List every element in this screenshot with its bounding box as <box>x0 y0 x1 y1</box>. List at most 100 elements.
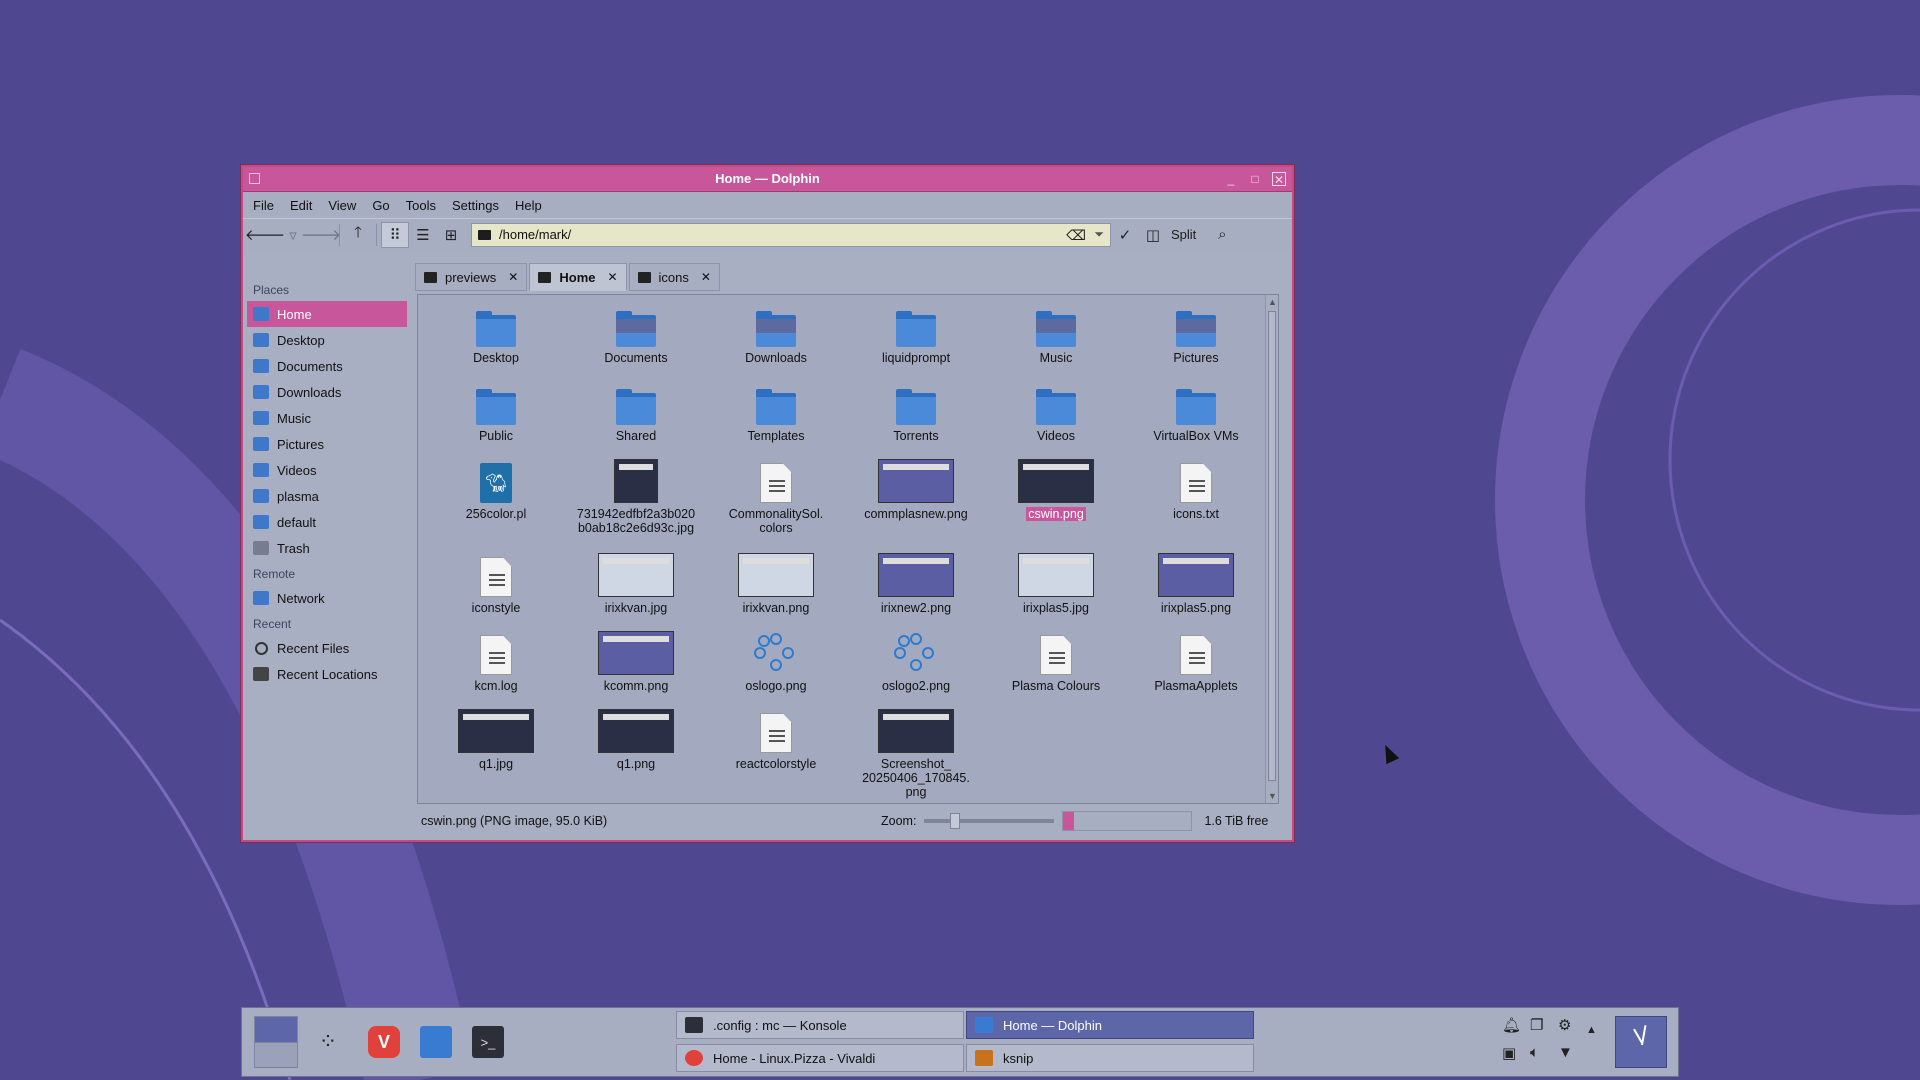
file-item[interactable]: 🐪︎ 256color.pl <box>426 459 566 521</box>
file-item[interactable]: Torrents <box>846 381 986 443</box>
file-item[interactable]: irixplas5.png <box>1126 553 1266 615</box>
icons-view-icon[interactable]: ⠿ <box>381 221 409 248</box>
file-item[interactable]: iconstyle <box>426 553 566 615</box>
ksnip-tray-icon[interactable]: ▣ <box>1502 1044 1516 1062</box>
file-item[interactable]: CommonalitySol. colors <box>706 459 846 535</box>
task-dolphin[interactable]: Home — Dolphin <box>966 1011 1254 1039</box>
split-view-icon[interactable]: ◫ <box>1139 222 1167 248</box>
file-item[interactable]: Pictures <box>1126 303 1266 365</box>
forward-icon[interactable]: 🡒 <box>301 222 341 248</box>
split-button[interactable]: Split <box>1171 227 1196 242</box>
close-tab-icon[interactable]: ✕ <box>508 270 518 284</box>
up-icon[interactable]: 🡑 <box>344 222 372 248</box>
menu-view[interactable]: View <box>328 198 356 213</box>
app-launcher-icon[interactable]: ⁘ <box>312 1026 344 1058</box>
tab-previews[interactable]: previews ✕ <box>415 263 528 291</box>
file-item[interactable]: Shared <box>566 381 706 443</box>
location-bar[interactable]: /home/mark/ ⌫ ⏷ <box>471 222 1111 247</box>
file-item[interactable]: oslogo2.png <box>846 631 986 693</box>
sidebar-item-plasma[interactable]: plasma <box>247 483 407 509</box>
file-item[interactable]: irixkvan.jpg <box>566 553 706 615</box>
file-item[interactable]: q1.jpg <box>426 709 566 771</box>
sidebar-item-home[interactable]: Home <box>247 301 407 327</box>
maximize-icon[interactable]: □ <box>1248 172 1262 186</box>
file-item[interactable]: icons.txt <box>1126 459 1266 521</box>
file-item[interactable]: Documents <box>566 303 706 365</box>
virtual-desktop-pager[interactable] <box>254 1016 298 1068</box>
sidebar-item-desktop[interactable]: Desktop <box>247 327 407 353</box>
file-item[interactable]: Videos <box>986 381 1126 443</box>
file-item[interactable]: Desktop <box>426 303 566 365</box>
network-wifi-icon[interactable]: ▼ <box>1558 1044 1573 1061</box>
menu-help[interactable]: Help <box>515 198 542 213</box>
task-konsole[interactable]: .config : mc — Konsole <box>676 1011 964 1039</box>
file-item[interactable]: reactcolorstyle <box>706 709 846 771</box>
zoom-slider[interactable] <box>924 813 1055 829</box>
file-item[interactable]: irixplas5.jpg <box>986 553 1126 615</box>
close-tab-icon[interactable]: ✕ <box>607 270 617 284</box>
sidebar-item-pictures[interactable]: Pictures <box>247 431 407 457</box>
settings-icon[interactable]: ⚙ <box>1558 1016 1571 1034</box>
file-item[interactable]: cswin.png <box>986 459 1126 521</box>
confirm-location-icon[interactable]: ✓ <box>1111 222 1139 248</box>
search-icon[interactable]: ⌕ <box>1208 222 1236 248</box>
clear-location-icon[interactable]: ⌫ <box>1066 227 1086 244</box>
file-item[interactable]: Downloads <box>706 303 846 365</box>
close-icon[interactable]: ✕ <box>1272 172 1286 187</box>
zoom-slider-handle[interactable] <box>950 813 961 829</box>
sidebar-item-recent-files[interactable]: Recent Files <box>247 635 407 661</box>
scroll-up-icon[interactable]: ▲ <box>1268 297 1277 307</box>
file-item[interactable]: kcm.log <box>426 631 566 693</box>
file-item[interactable]: liquidprompt <box>846 303 986 365</box>
sidebar-item-trash[interactable]: Trash <box>247 535 407 561</box>
tray-expand-icon[interactable]: ▲ <box>1586 1024 1597 1036</box>
file-item[interactable]: Plasma Colours <box>986 631 1126 693</box>
file-manager-icon[interactable] <box>420 1026 452 1058</box>
file-item[interactable]: Music <box>986 303 1126 365</box>
sidebar-item-videos[interactable]: Videos <box>247 457 407 483</box>
menu-go[interactable]: Go <box>372 198 389 213</box>
desktop-1[interactable] <box>255 1017 297 1043</box>
menu-settings[interactable]: Settings <box>452 198 499 213</box>
file-item[interactable]: q1.png <box>566 709 706 771</box>
file-item[interactable]: kcomm.png <box>566 631 706 693</box>
file-view[interactable]: Desktop Documents Downloads liquidprompt Mus… <box>417 294 1279 804</box>
vertical-scrollbar[interactable]: ▲ ▼ <box>1265 295 1278 803</box>
file-item[interactable]: PlasmaApplets <box>1126 631 1266 693</box>
sidebar-item-default[interactable]: default <box>247 509 407 535</box>
window-titlebar[interactable]: Home — Dolphin _ □ ✕ <box>243 167 1292 192</box>
tree-view-icon[interactable]: ⊞ <box>437 222 465 248</box>
file-item[interactable]: Templates <box>706 381 846 443</box>
sidebar-item-recent-locations[interactable]: Recent Locations <box>247 661 407 687</box>
close-tab-icon[interactable]: ✕ <box>701 270 711 284</box>
terminal-icon[interactable]: >_ <box>472 1026 504 1058</box>
scroll-down-icon[interactable]: ▼ <box>1268 791 1277 801</box>
file-item[interactable]: 731942edfbf2a3b020 b0ab18c2e6d93c.jpg <box>566 459 706 535</box>
location-path[interactable]: /home/mark/ <box>499 227 571 242</box>
menu-edit[interactable]: Edit <box>290 198 312 213</box>
desktop-2[interactable] <box>255 1043 297 1067</box>
menu-file[interactable]: File <box>253 198 274 213</box>
tab-icons[interactable]: icons ✕ <box>628 263 720 291</box>
filter-icon[interactable]: ⏷ <box>1094 227 1104 242</box>
menu-tools[interactable]: Tools <box>406 198 436 213</box>
file-item[interactable]: irixkvan.png <box>706 553 846 615</box>
details-view-icon[interactable]: ☰ <box>409 222 437 248</box>
file-item[interactable]: Public <box>426 381 566 443</box>
file-item[interactable]: commplasnew.png <box>846 459 986 521</box>
file-item[interactable]: irixnew2.png <box>846 553 986 615</box>
vivaldi-icon[interactable]: V <box>368 1026 400 1058</box>
clipboard-icon[interactable]: ❐ <box>1530 1016 1543 1034</box>
analog-clock[interactable] <box>1615 1016 1667 1068</box>
volume-icon[interactable]: 🔈︎ <box>1530 1044 1539 1061</box>
task-vivaldi[interactable]: Home - Linux.Pizza - Vivaldi <box>676 1044 964 1072</box>
sidebar-item-downloads[interactable]: Downloads <box>247 379 407 405</box>
sidebar-item-music[interactable]: Music <box>247 405 407 431</box>
task-ksnip[interactable]: ksnip <box>966 1044 1254 1072</box>
minimize-icon[interactable]: _ <box>1224 172 1238 186</box>
sidebar-item-network[interactable]: Network <box>247 585 407 611</box>
scrollbar-thumb[interactable] <box>1268 311 1276 781</box>
notifications-icon[interactable]: 🔔︎ <box>1502 1016 1521 1034</box>
sidebar-item-documents[interactable]: Documents <box>247 353 407 379</box>
file-item[interactable]: Screenshot_ 20250406_170845. png <box>846 709 986 799</box>
